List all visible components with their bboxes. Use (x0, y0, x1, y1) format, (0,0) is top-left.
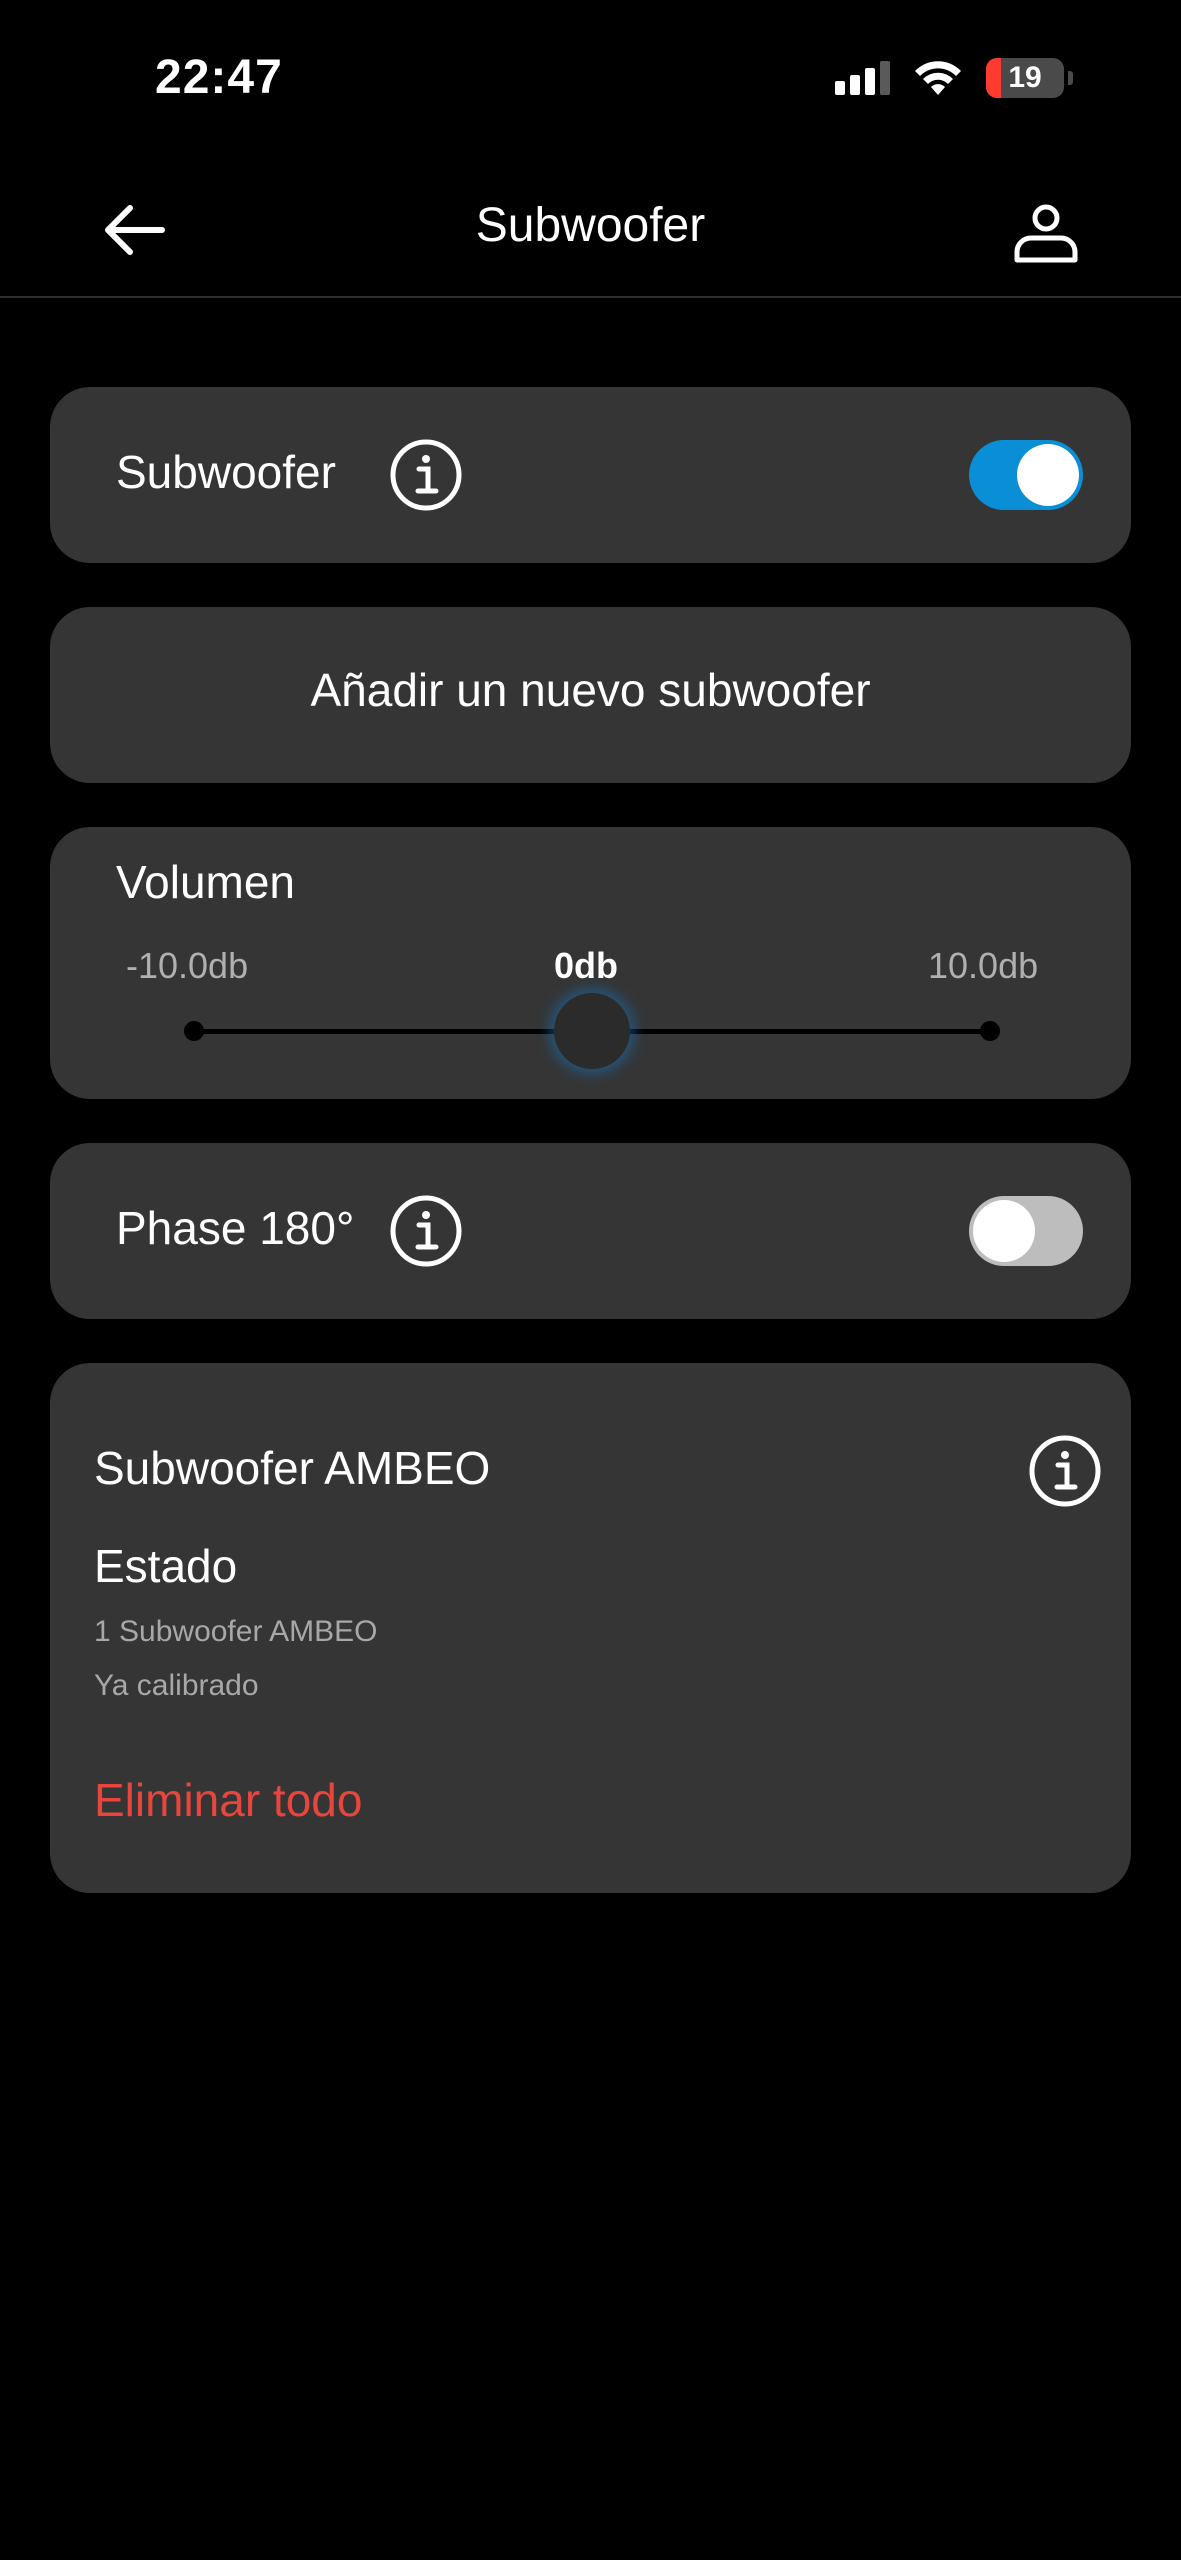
battery-tip (1068, 71, 1073, 85)
battery-level: 19 (1008, 61, 1042, 94)
remove-all-button[interactable]: Eliminar todo (94, 1773, 362, 1827)
screen: 22:47 19 Subwoofer Subwoofer Añadir un n… (0, 0, 1181, 2560)
page-title: Subwoofer (475, 199, 706, 252)
status-icons: 19 (835, 58, 1073, 98)
volume-slider-thumb[interactable] (554, 993, 630, 1069)
phase-toggle-card: Phase 180° (50, 1143, 1131, 1319)
info-icon[interactable] (390, 1195, 462, 1267)
volume-max-label: 10.0db (928, 945, 1039, 986)
status-line-calibration: Ya calibrado (94, 1669, 259, 1702)
volume-slider-min-dot (184, 1021, 204, 1041)
cellular-signal-icon (835, 61, 890, 95)
status-time: 22:47 (155, 51, 283, 104)
subwoofer-toggle[interactable] (969, 440, 1083, 510)
profile-icon[interactable] (1011, 202, 1081, 266)
wifi-icon (915, 61, 961, 95)
add-subwoofer-button[interactable]: Añadir un nuevo subwoofer (50, 607, 1131, 783)
info-icon[interactable] (390, 439, 462, 511)
volume-label: Volumen (116, 856, 296, 908)
info-icon[interactable] (1029, 1435, 1101, 1507)
status-heading: Estado (94, 1540, 238, 1592)
status-line-count: 1 Subwoofer AMBEO (94, 1615, 378, 1648)
subwoofer-toggle-card: Subwoofer (50, 387, 1131, 563)
ambeo-title: Subwoofer AMBEO (94, 1442, 491, 1494)
volume-scale-labels: -10.0db 0db 10.0db (50, 945, 1131, 995)
volume-slider-max-dot (980, 1021, 1000, 1041)
add-subwoofer-label: Añadir un nuevo subwoofer (310, 664, 871, 716)
battery-icon: 19 (986, 58, 1064, 98)
nav-bar: Subwoofer (0, 160, 1181, 298)
volume-current-label: 0db (554, 945, 619, 986)
phase-label: Phase 180° (116, 1202, 355, 1254)
phase-toggle[interactable] (969, 1196, 1083, 1266)
subwoofer-label: Subwoofer (116, 446, 336, 498)
volume-min-label: -10.0db (126, 945, 249, 986)
volume-card: Volumen -10.0db 0db 10.0db (50, 827, 1131, 1099)
ambeo-subwoofer-card: Subwoofer AMBEO Estado 1 Subwoofer AMBEO… (50, 1363, 1131, 1893)
